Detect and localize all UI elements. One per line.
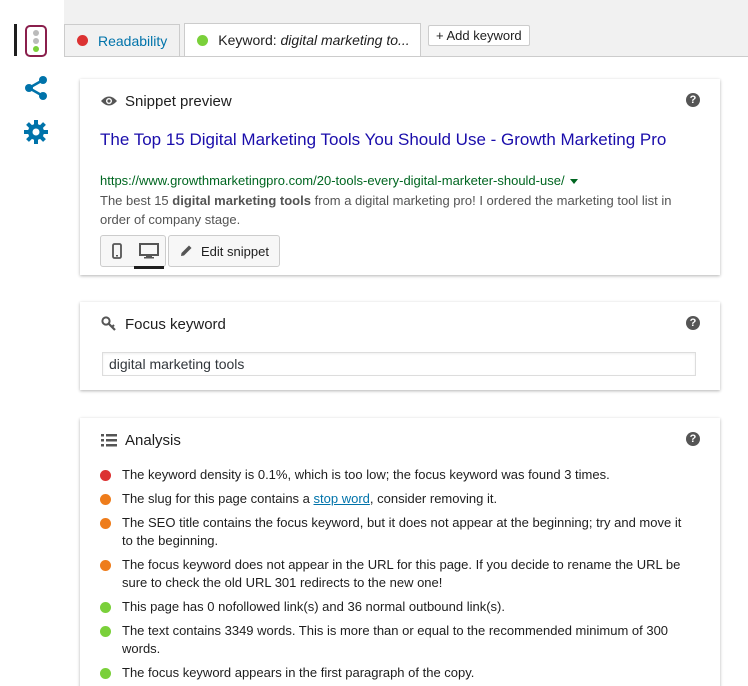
focus-keyword-heading: Focus keyword (125, 315, 226, 333)
tab-keyword-value: digital marketing to... (280, 32, 409, 48)
snippet-preview-header[interactable]: Snippet preview ? (80, 79, 720, 123)
analysis-tabs: Readability Keyword: digital marketing t… (64, 23, 425, 56)
help-icon[interactable]: ? (686, 316, 700, 330)
help-icon[interactable]: ? (686, 93, 700, 107)
url-caret-icon[interactable] (569, 179, 578, 185)
tab-keyword-prefix: Keyword: (218, 32, 281, 48)
analysis-heading: Analysis (125, 431, 181, 449)
status-orange-icon (100, 494, 111, 505)
snippet-preview-heading: Snippet preview (125, 92, 232, 110)
readability-status-dot (77, 35, 88, 46)
list-item: The keyword density is 0.1%, which is to… (100, 466, 690, 484)
pencil-icon (179, 244, 193, 258)
preview-mode-toggle (100, 235, 166, 269)
edit-snippet-button[interactable]: Edit snippet (168, 235, 280, 267)
result-post: , consider removing it. (369, 491, 498, 506)
traffic-light-icon[interactable] (25, 25, 47, 57)
snippet-preview-card: Snippet preview ? The Top 15 Digital Mar… (80, 79, 720, 275)
tab-keyword-label: Keyword: digital marketing to... (218, 32, 408, 48)
gear-icon[interactable] (16, 114, 56, 150)
tab-readability[interactable]: Readability (64, 24, 181, 56)
desc-keyword: digital marketing tools (172, 193, 311, 208)
analysis-card: Analysis ? The keyword density is 0.1%, … (80, 418, 720, 686)
analysis-header[interactable]: Analysis ? (80, 418, 720, 462)
status-green-icon (100, 602, 111, 613)
focus-keyword-input[interactable] (102, 352, 696, 376)
status-green-icon (100, 668, 111, 679)
status-orange-icon (100, 518, 111, 529)
edit-snippet-label: Edit snippet (201, 243, 269, 259)
snippet-url-text: https://www.growthmarketingpro.com/20-to… (100, 173, 565, 188)
mobile-icon (112, 243, 122, 259)
result-text: This page has 0 nofollowed link(s) and 3… (122, 599, 505, 614)
status-orange-icon (100, 560, 111, 571)
list-item: The focus keyword does not appear in the… (100, 556, 690, 592)
desktop-icon (139, 243, 159, 259)
result-text: The focus keyword does not appear in the… (122, 557, 681, 590)
result-text: The keyword density is 0.1%, which is to… (122, 467, 610, 482)
result-text: The SEO title contains the focus keyword… (122, 515, 682, 548)
list-icon (100, 431, 118, 449)
list-item: The SEO title contains the focus keyword… (100, 514, 690, 550)
keyword-status-dot (197, 34, 209, 46)
main-panel: Snippet preview ? The Top 15 Digital Mar… (64, 56, 748, 686)
result-pre: The slug for this page contains a (122, 491, 314, 506)
snippet-url: https://www.growthmarketingpro.com/20-to… (100, 173, 578, 188)
tab-readability-label: Readability (98, 32, 168, 49)
list-item: The text contains 3349 words. This is mo… (100, 622, 690, 658)
snippet-title[interactable]: The Top 15 Digital Marketing Tools You S… (100, 129, 690, 151)
tab-keyword[interactable]: Keyword: digital marketing to... (184, 23, 422, 56)
analysis-results: The keyword density is 0.1%, which is to… (100, 466, 690, 686)
list-item: The focus keyword appears in the first p… (100, 664, 690, 682)
result-text: The text contains 3349 words. This is mo… (122, 623, 669, 656)
desc-pre: The best 15 (100, 193, 173, 208)
active-indicator (14, 24, 17, 56)
result-text: The slug for this page contains a stop w… (122, 490, 497, 508)
metabox-sidebar (0, 0, 64, 686)
stop-word-link[interactable]: stop word (314, 491, 370, 506)
mobile-preview-button[interactable] (101, 236, 133, 266)
share-icon[interactable] (16, 70, 56, 106)
status-green-icon (100, 626, 111, 637)
focus-keyword-header: Focus keyword ? (80, 302, 720, 346)
desktop-preview-button[interactable] (133, 236, 165, 269)
status-red-icon (100, 470, 111, 481)
result-text: The focus keyword appears in the first p… (122, 665, 475, 680)
eye-icon (100, 92, 118, 110)
snippet-description: The best 15 digital marketing tools from… (100, 191, 680, 229)
add-keyword-button[interactable]: + Add keyword (428, 25, 530, 46)
list-item: This page has 0 nofollowed link(s) and 3… (100, 598, 690, 616)
key-icon (100, 315, 118, 333)
focus-keyword-card: Focus keyword ? (80, 302, 720, 390)
help-icon[interactable]: ? (686, 432, 700, 446)
list-item: The slug for this page contains a stop w… (100, 490, 690, 508)
